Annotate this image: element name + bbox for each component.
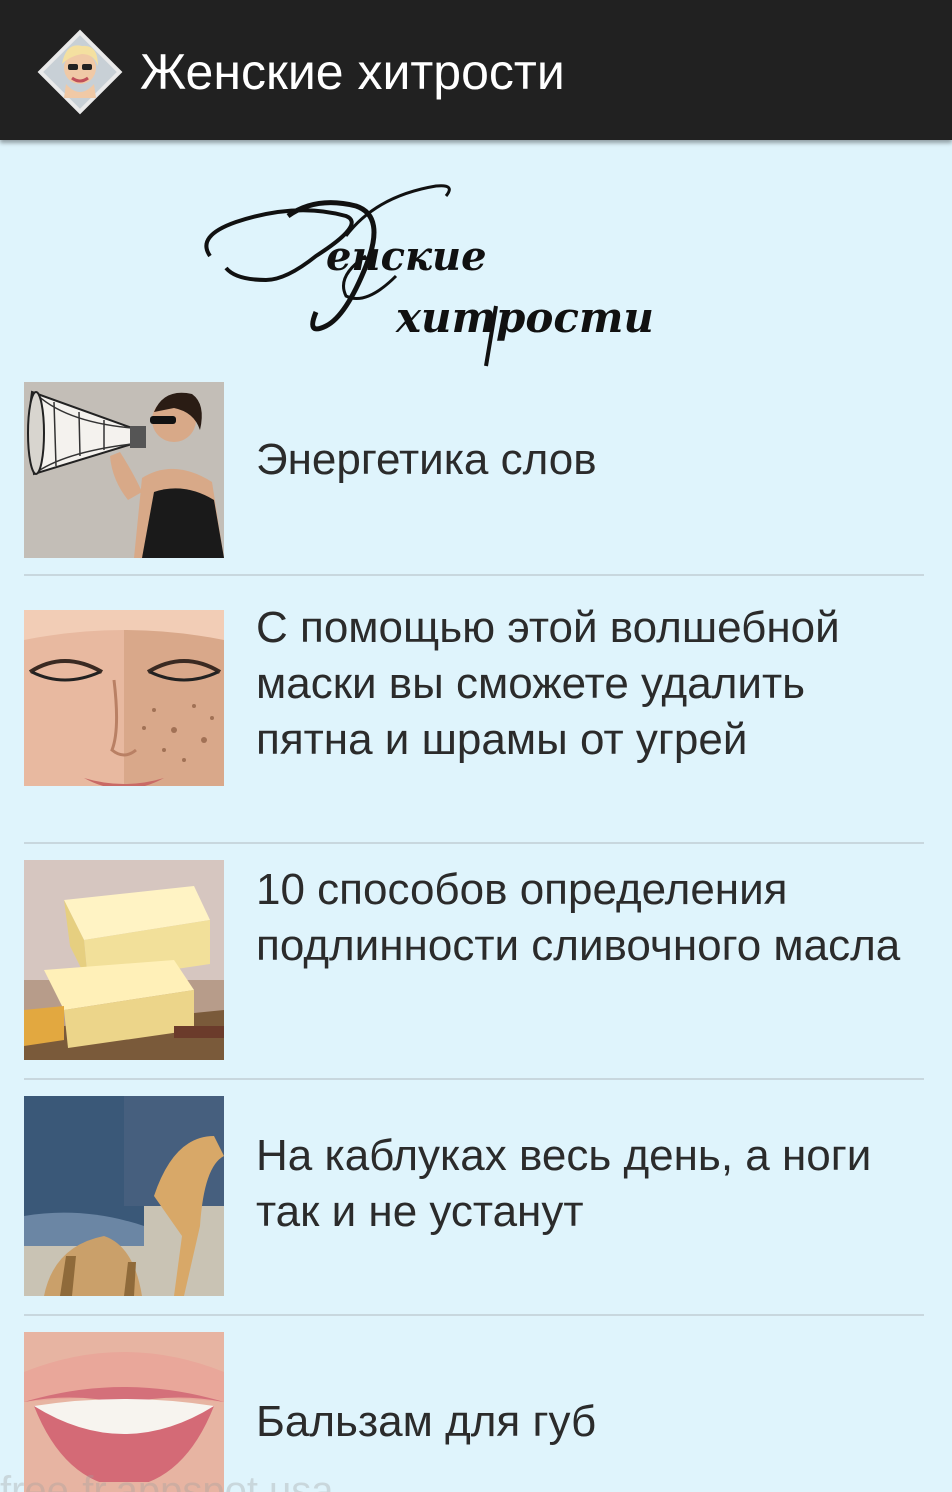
article-title: С помощью этой волшебной маски вы сможет… <box>256 603 840 764</box>
article-list: Энергетика слов С помощью этой волшебной… <box>24 382 924 1492</box>
list-item[interactable]: На каблуках весь день, а ноги так и не у… <box>24 1080 924 1316</box>
article-title: На каблуках весь день, а ноги так и не у… <box>256 1131 872 1236</box>
logo-line1: енские <box>326 233 487 280</box>
thumb-high-heels <box>24 1096 224 1296</box>
list-item[interactable]: Бальзам для губ <box>24 1316 924 1492</box>
article-title: 10 способов определения подлинности слив… <box>256 865 901 970</box>
action-bar: Женские хитрости <box>0 0 952 140</box>
list-item[interactable]: 10 способов определения подлинности слив… <box>24 844 924 1080</box>
thumb-face-skin <box>24 610 224 786</box>
watermark: free-fr.appspot.usa <box>0 1469 334 1492</box>
list-item[interactable]: Энергетика слов <box>24 382 924 576</box>
thumb-woman-megaphone <box>24 382 224 558</box>
app-icon[interactable] <box>32 24 128 120</box>
list-item[interactable]: С помощью этой волшебной маски вы сможет… <box>24 576 924 844</box>
app-title: Женские хитрости <box>140 44 565 100</box>
main-content[interactable]: енские хитрости Энергетика слов С помощь… <box>0 140 952 1492</box>
logo-line2: хитрости <box>395 293 654 342</box>
logo: енские хитрости <box>196 176 756 376</box>
thumb-butter <box>24 860 224 1060</box>
article-title: Энергетика слов <box>256 435 597 484</box>
article-title: Бальзам для губ <box>256 1397 597 1446</box>
thumb-lips <box>24 1332 224 1492</box>
